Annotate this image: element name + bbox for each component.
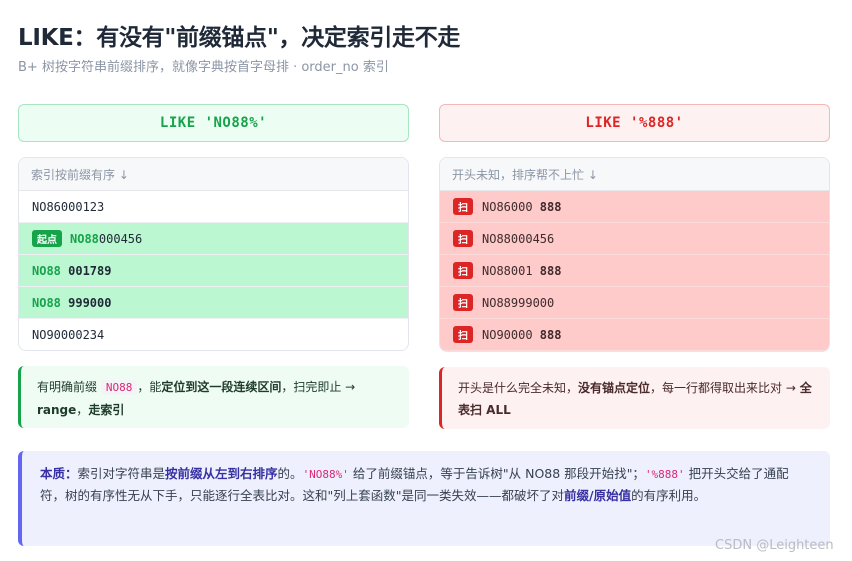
suffix-pattern-box: LIKE '%888' (439, 104, 830, 142)
table-row: 扫 NO88999000 (440, 287, 829, 319)
row-prefix: NO88 (32, 263, 61, 278)
prefix-pattern-box: LIKE 'NO88%' (18, 104, 409, 142)
callout-text: 给了前缀锚点，等于告诉树"从 NO88 那段开始找"； (348, 466, 645, 481)
table-row: 扫 NO90000 888 (440, 319, 829, 351)
row-value: NO86000123 (32, 199, 105, 214)
note-emphasis: 定位到这一段连续区间 (161, 380, 282, 394)
row-match: 888 (539, 327, 562, 342)
note-text: ，扫完即止 → (281, 380, 356, 394)
note-text: ， (76, 403, 89, 417)
scan-badge: 扫 (453, 230, 473, 247)
prefix-index-table: 索引按前缀有序 ↓ NO86000123 起点 NO88 000456 NO88 … (18, 157, 409, 351)
scan-badge: 扫 (453, 326, 473, 343)
table-row: 扫 NO86000 888 (440, 191, 829, 223)
table-row: 扫 NO88000456 (440, 223, 829, 255)
page-subtitle: B+ 树按字符串前缀排序，就像字典按首字母排 · order_no 索引 (18, 60, 389, 75)
callout-text: 的。 (277, 466, 303, 481)
row-suffix: 001789 (60, 263, 112, 278)
row-value: NO90000 (482, 327, 540, 342)
scan-badge: 扫 (453, 294, 473, 311)
row-prefix: NO88 (70, 231, 99, 246)
table-row: NO90000234 (19, 319, 408, 350)
table-row: 扫 NO88001 888 (440, 255, 829, 287)
row-value: NO88000456 (482, 231, 555, 246)
watermark: CSDN @Leighteen (715, 538, 834, 553)
suffix-table-header: 开头未知，排序帮不上忙 ↓ (440, 158, 829, 191)
code-snippet: '%888' (644, 468, 685, 481)
suffix-match-column: LIKE '%888' 开头未知，排序帮不上忙 ↓ 扫 NO86000 888 扫… (439, 104, 830, 429)
row-suffix: 999000 (60, 295, 112, 310)
note-text: 有明确前缀 (37, 380, 101, 394)
row-value: NO88001 (482, 263, 540, 278)
row-suffix: 000456 (98, 231, 143, 246)
row-value: NO86000 (482, 199, 540, 214)
suffix-explanation-note: 开头是什么完全未知，没有锚点定位，每一行都得取出来比对 → 全表扫 ALL (439, 367, 830, 429)
prefix-explanation-note: 有明确前缀 NO88 ，能定位到这一段连续区间，扫完即止 → range，走索引 (18, 366, 409, 428)
start-badge: 起点 (32, 230, 62, 247)
suffix-index-table: 开头未知，排序帮不上忙 ↓ 扫 NO86000 888 扫 NO88000456 扫… (439, 157, 830, 352)
prefix-match-column: LIKE 'NO88%' 索引按前缀有序 ↓ NO86000123 起点 NO8… (18, 104, 409, 428)
callout-label: 本质： (40, 466, 78, 481)
note-text: ，能 (137, 380, 162, 394)
note-text: ，每一行都得取出来比对 → (650, 381, 800, 395)
row-match: 888 (539, 263, 562, 278)
row-value: NO90000234 (32, 327, 105, 342)
callout-emphasis: 前缀/原始值 (564, 488, 632, 503)
table-row: NO88 999000 (19, 287, 408, 319)
essence-callout: 本质：索引对字符串是按前缀从左到右排序的。'NO88%' 给了前缀锚点，等于告诉… (18, 451, 830, 546)
row-prefix: NO88 (32, 295, 61, 310)
table-row: NO86000123 (19, 191, 408, 223)
note-emphasis: range (37, 403, 77, 417)
scan-badge: 扫 (453, 198, 473, 215)
prefix-table-header: 索引按前缀有序 ↓ (19, 158, 408, 191)
note-emphasis: 走索引 (88, 403, 125, 417)
note-emphasis: 没有锚点定位 (578, 381, 651, 395)
row-value: NO88999000 (482, 295, 555, 310)
callout-emphasis: 按前缀从左到右排序 (165, 466, 278, 481)
table-row: 起点 NO88 000456 (19, 223, 408, 255)
table-row: NO88 001789 (19, 255, 408, 287)
code-chip: NO88 (100, 380, 138, 395)
note-text: 开头是什么完全未知， (458, 381, 579, 395)
scan-badge: 扫 (453, 262, 473, 279)
code-snippet: 'NO88%' (302, 468, 349, 481)
page-title: LIKE：有没有"前缀锚点"，决定索引走不走 (18, 25, 461, 51)
row-match: 888 (539, 199, 562, 214)
callout-text: 索引对字符串是 (77, 466, 166, 481)
callout-text: 的有序利用。 (631, 488, 707, 503)
